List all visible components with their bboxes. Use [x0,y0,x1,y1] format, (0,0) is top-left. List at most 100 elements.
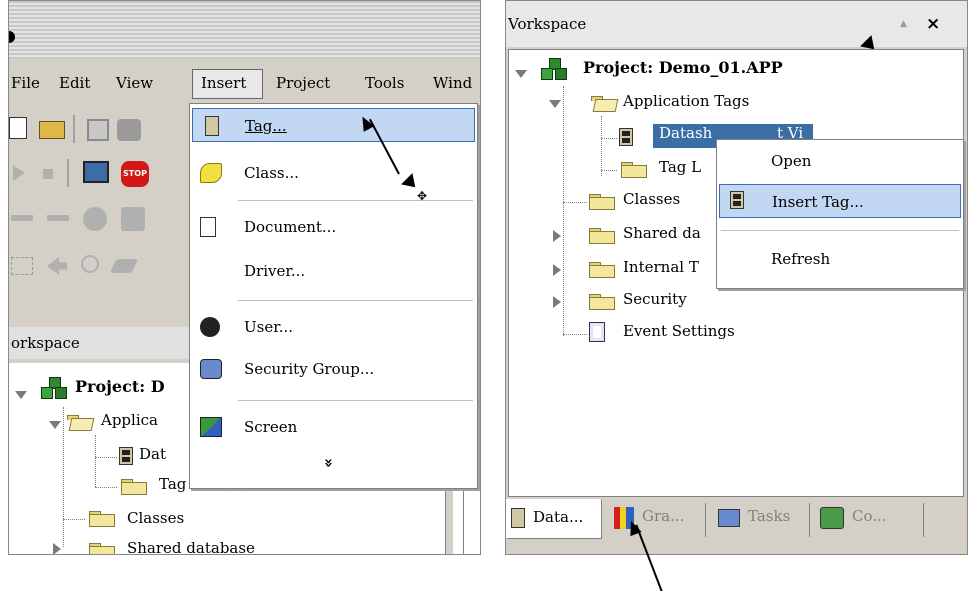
context-menu: Open Insert Tag... Refresh [716,139,964,289]
menu-separator [238,400,473,401]
tag-list-folder-icon [621,160,647,178]
expand-security-icon[interactable] [553,296,561,308]
menu-more-chevron-icon[interactable]: » [320,458,338,468]
right-app-tags-label[interactable]: Application Tags [623,92,749,110]
right-event-settings-label[interactable]: Event Settings [623,322,735,340]
context-item-refresh[interactable]: Refresh [719,242,961,276]
back-arrow-icon[interactable] [11,215,33,221]
menu-item-driver[interactable]: Driver... [192,254,475,288]
bottom-tabs: Data... Gra... Tasks Co... [506,499,967,543]
right-datasheet-label[interactable]: Datash [659,124,712,142]
left-app-tags-label[interactable]: Applica [101,411,158,429]
screen-icon [200,417,222,437]
close-icon[interactable]: × [926,1,940,47]
left-menubar: File Edit View Insert Project Tools Wind [9,65,480,103]
right-workspace-title: Vorkspace ▲ × [506,1,967,47]
menu-item-class[interactable]: Class... [192,156,475,190]
menu-separator [238,300,473,301]
arrow-shape-icon[interactable] [47,257,67,275]
tree-guide [563,86,564,336]
menu-item-user[interactable]: User... [192,310,475,344]
tasks-icon [718,509,740,527]
menu-separator [721,230,959,231]
expand-shared-icon[interactable] [553,230,561,242]
zoom-icon[interactable] [81,255,99,273]
security-folder-icon [589,292,615,310]
toolbar-row-3 [9,201,199,243]
stop-sign-icon[interactable]: STOP [121,161,149,187]
comm-icon [820,507,844,529]
classes-folder-icon [589,192,615,210]
tab-comm[interactable]: Co... [814,503,924,537]
new-document-icon[interactable] [9,117,27,139]
expand-internal-icon[interactable] [553,264,561,276]
menu-view[interactable]: View [116,74,153,92]
tag-icon [205,116,219,136]
square-icon[interactable] [121,207,145,231]
expand-app-tags-icon[interactable] [49,421,61,429]
run-monitor-icon[interactable] [83,161,109,183]
left-project-label[interactable]: Project: D [75,377,165,396]
right-security-label[interactable]: Security [623,290,687,308]
left-shared-label[interactable]: Shared database [127,539,255,554]
move-cursor-icon: ✥ [417,189,428,203]
open-folder-icon[interactable] [39,121,65,139]
save-icon[interactable] [87,119,109,141]
menu-item-screen[interactable]: Screen [192,410,475,444]
record-circle-icon[interactable] [83,207,107,231]
right-tag-list-label[interactable]: Tag L [659,158,701,176]
context-item-open[interactable]: Open [719,144,961,178]
tree-guide [63,407,64,547]
menu-project[interactable]: Project [276,74,330,92]
security-group-icon [200,359,222,379]
shared-folder-icon [589,226,615,244]
document-icon [200,217,216,237]
menu-item-tag[interactable]: Tag... [192,108,475,142]
tag-icon [730,191,744,209]
select-rect-icon[interactable] [11,257,33,275]
menu-insert[interactable]: Insert [201,74,246,92]
left-workspace-title: orkspace [9,327,191,359]
project-icon [541,58,569,82]
tab-database[interactable]: Data... [506,499,602,539]
app-tags-folder-icon [591,94,619,112]
shared-folder-icon [89,541,115,554]
menu-edit[interactable]: Edit [59,74,90,92]
left-datasheet-label[interactable]: Dat [139,445,166,463]
left-classes-label[interactable]: Classes [127,509,184,527]
menu-tools[interactable]: Tools [365,74,404,92]
right-project-label[interactable]: Project: Demo_01.APP [583,58,783,77]
tree-guide [95,435,96,487]
internal-folder-icon [589,260,615,278]
menu-file[interactable]: File [11,74,40,92]
expand-shared-icon[interactable] [53,543,61,554]
pin-icon[interactable]: ▲ [900,1,907,47]
menu-item-document[interactable]: Document... [192,210,475,244]
right-screenshot: Vorkspace ▲ × ✥ Project: Demo_01.APP App… [505,0,968,555]
tree-guide [601,116,602,176]
tab-graphics[interactable]: Gra... [606,503,706,537]
expand-app-tags-icon[interactable] [549,100,561,108]
save-all-icon[interactable] [117,119,141,141]
left-title-bar [9,1,480,59]
app-tags-folder-icon [67,413,95,431]
menu-window[interactable]: Wind [433,74,472,92]
right-shared-label[interactable]: Shared da [623,224,701,242]
expand-project-icon[interactable] [15,391,27,399]
forward-arrow-icon[interactable] [47,215,69,221]
database-icon [511,508,525,528]
toolbar-separator [73,115,75,143]
tree-guide [563,202,587,203]
right-classes-label[interactable]: Classes [623,190,680,208]
eraser-icon[interactable] [109,259,139,273]
expand-project-icon[interactable] [515,70,527,78]
tree-guide [601,138,617,139]
play-icon[interactable] [13,165,25,181]
tree-guide [63,519,85,520]
right-internal-label[interactable]: Internal T [623,258,699,276]
context-item-insert-tag[interactable]: Insert Tag... [719,184,961,218]
menu-item-security-group[interactable]: Security Group... [192,352,475,386]
stop-square-icon[interactable] [43,169,53,179]
menu-separator [238,200,473,201]
tab-tasks[interactable]: Tasks [710,503,810,537]
